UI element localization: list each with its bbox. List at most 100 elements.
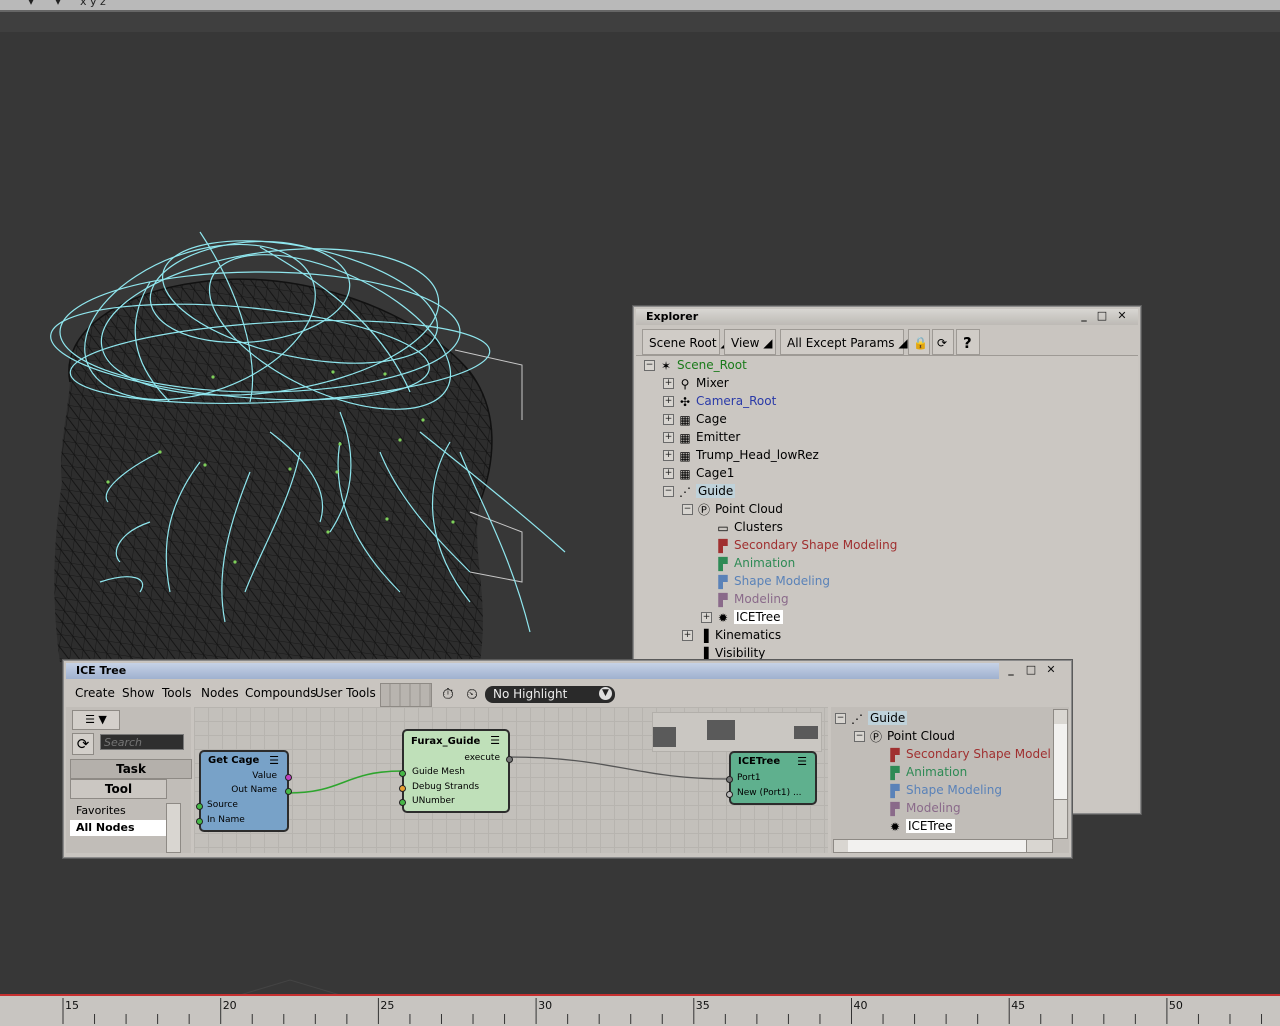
tree-item[interactable]: ▭ Clusters xyxy=(701,518,783,536)
timeline-tick-label: 20 xyxy=(223,999,237,1012)
close-icon[interactable]: ✕ xyxy=(1043,663,1059,677)
tree-item[interactable]: + ▦ Cage1 xyxy=(663,464,734,482)
arrow-down-icon[interactable]: ▾ xyxy=(28,0,34,8)
tree-item[interactable]: ▛ Shape Modeling xyxy=(701,572,830,590)
expander-icon[interactable]: − xyxy=(644,360,655,371)
menu-user-tools[interactable]: User Tools xyxy=(315,686,376,700)
ice-graph-canvas[interactable]: Get Cage ☰ Value Out Name Source In Name… xyxy=(194,707,828,853)
minimize-icon[interactable]: _ xyxy=(1076,309,1092,323)
ice-tree-title-bar[interactable]: ICE Tree xyxy=(66,663,999,679)
port-connector[interactable] xyxy=(196,803,203,810)
tree-item[interactable]: ▛ Modeling xyxy=(873,799,960,817)
ice-explorer-tree[interactable]: − ⋰ Guide − Ⓟ Point Cloud ▛ Secondary Shape Mod… xyxy=(831,707,1051,837)
tree-item[interactable]: ▛ Secondary Shape Modelir xyxy=(873,745,1051,763)
tree-item[interactable]: − Ⓟ Point Cloud xyxy=(854,727,955,745)
tree-item[interactable]: ▛ Animation xyxy=(873,763,967,781)
vertical-scrollbar[interactable] xyxy=(1053,709,1068,839)
filter-button[interactable]: All Except Params ◢ xyxy=(780,329,908,355)
refresh-icon[interactable]: ⟳ xyxy=(932,329,954,355)
minimize-icon[interactable]: _ xyxy=(1003,663,1019,677)
list-scrollbar[interactable] xyxy=(166,803,181,853)
lock-icon[interactable]: 🔒 xyxy=(908,329,930,355)
tree-item[interactable]: + ▦ Emitter xyxy=(663,428,740,446)
maximize-icon[interactable]: □ xyxy=(1094,309,1110,323)
tree-item[interactable]: ▛ Modeling xyxy=(701,590,788,608)
expander-icon[interactable]: + xyxy=(663,378,674,389)
tree-item[interactable]: + ✣ Camera_Root xyxy=(663,392,776,410)
tree-item[interactable]: − ⋰ Guide xyxy=(835,709,908,727)
refresh-icon[interactable]: ⟳ xyxy=(72,733,94,755)
list-item-favorites[interactable]: Favorites xyxy=(70,803,166,819)
node-get-cage[interactable]: Get Cage ☰ Value Out Name Source In Name xyxy=(196,750,292,832)
menu-tools[interactable]: Tools xyxy=(162,686,192,700)
node-menu-icon[interactable]: ☰ xyxy=(269,754,279,767)
stopwatch-settings-icon[interactable]: ⏲ xyxy=(462,684,482,704)
dropdown-arrow-icon: ▼ xyxy=(599,687,612,700)
tree-item[interactable]: + ▦ Cage xyxy=(663,410,727,428)
timeline-tick-label: 50 xyxy=(1169,999,1183,1012)
help-button[interactable]: ? xyxy=(956,329,980,355)
tree-item[interactable]: + ⚲ Mixer xyxy=(663,374,729,392)
explorer-title-bar[interactable]: Explorer xyxy=(636,309,1138,325)
tree-item[interactable]: ▛ Shape Modeling xyxy=(873,781,1002,799)
stopwatch-icon[interactable]: ⏱ xyxy=(438,684,458,704)
tree-item[interactable]: + ✹ ICETree xyxy=(701,608,783,626)
expander-icon[interactable]: + xyxy=(663,432,674,443)
arrow-down-icon[interactable]: ▾ xyxy=(55,0,61,8)
tree-item[interactable]: − ✶ Scene_Root xyxy=(644,356,747,374)
maximize-icon[interactable]: □ xyxy=(1023,663,1039,677)
menu-show[interactable]: Show xyxy=(122,686,154,700)
port-connector[interactable] xyxy=(726,791,733,798)
port-connector[interactable] xyxy=(399,770,406,777)
tab-task[interactable]: Task xyxy=(70,759,192,779)
timeline[interactable]: 15202530354045505560657075808590 xyxy=(0,994,1280,1026)
expander-icon[interactable]: + xyxy=(663,468,674,479)
expander-icon[interactable]: + xyxy=(701,612,712,623)
list-item-all-nodes[interactable]: All Nodes xyxy=(70,820,166,836)
port-value: Value xyxy=(252,771,277,781)
menu-create[interactable]: Create xyxy=(75,686,115,700)
layout-bars-icon[interactable] xyxy=(380,683,432,707)
node-menu-icon[interactable]: ☰ xyxy=(797,755,807,768)
horizontal-scrollbar[interactable] xyxy=(833,839,1053,853)
tree-item[interactable]: ▛ Secondary Shape Modeling xyxy=(701,536,897,554)
tree-item[interactable]: − ⋰ Guide xyxy=(663,482,736,500)
node-menu-icon[interactable]: ☰ xyxy=(490,734,500,747)
port-connector[interactable] xyxy=(285,774,292,781)
visibility-icon: ▐ xyxy=(699,646,709,661)
tree-item[interactable]: ✹ ICETree xyxy=(873,817,955,835)
tab-tool[interactable]: Tool xyxy=(70,779,167,799)
search-input[interactable] xyxy=(100,734,184,750)
port-connector[interactable] xyxy=(726,776,733,783)
port-connector[interactable] xyxy=(399,799,406,806)
expander-icon[interactable]: + xyxy=(663,396,674,407)
axis-label: x y z xyxy=(80,0,106,8)
tree-item[interactable]: − Ⓟ Point Cloud xyxy=(682,500,783,518)
scene-root-button[interactable]: Scene Root ◢ xyxy=(642,329,730,355)
view-button[interactable]: View ◢ xyxy=(724,329,776,355)
expander-icon[interactable]: + xyxy=(682,630,693,641)
expander-icon[interactable]: − xyxy=(835,713,846,724)
tree-item[interactable]: ▛ Animation xyxy=(701,554,795,572)
node-icetree[interactable]: ICETree ☰ Port1 New (Port1) ... xyxy=(726,751,817,805)
tree-item[interactable]: + ▦ Trump_Head_lowRez xyxy=(663,446,819,464)
menu-compounds[interactable]: Compounds xyxy=(245,686,316,700)
node-furax-guide[interactable]: Furax_Guide ☰ execute Guide Mesh Debug S… xyxy=(399,729,513,813)
ice-tree-window: ICE Tree _ □ ✕ Create Show Tools Nodes C… xyxy=(63,660,1072,858)
view-mode-dropdown[interactable]: ☰ ▼ xyxy=(72,710,120,730)
close-icon[interactable]: ✕ xyxy=(1114,309,1130,323)
tree-item[interactable]: + ▐ Kinematics xyxy=(682,626,781,644)
graph-minimap[interactable] xyxy=(652,712,822,752)
port-connector[interactable] xyxy=(399,785,406,792)
port-connector[interactable] xyxy=(285,788,292,795)
expander-icon[interactable]: − xyxy=(682,504,693,515)
expander-icon[interactable]: − xyxy=(854,731,865,742)
port-connector[interactable] xyxy=(506,756,513,763)
expander-icon[interactable]: + xyxy=(663,450,674,461)
expander-icon[interactable]: − xyxy=(663,486,674,497)
expander-icon[interactable]: + xyxy=(663,414,674,425)
strands-icon: ⋰ xyxy=(679,484,691,499)
menu-nodes[interactable]: Nodes xyxy=(201,686,239,700)
highlight-select[interactable]: No Highlight ▼ xyxy=(485,686,615,703)
port-connector[interactable] xyxy=(196,818,203,825)
